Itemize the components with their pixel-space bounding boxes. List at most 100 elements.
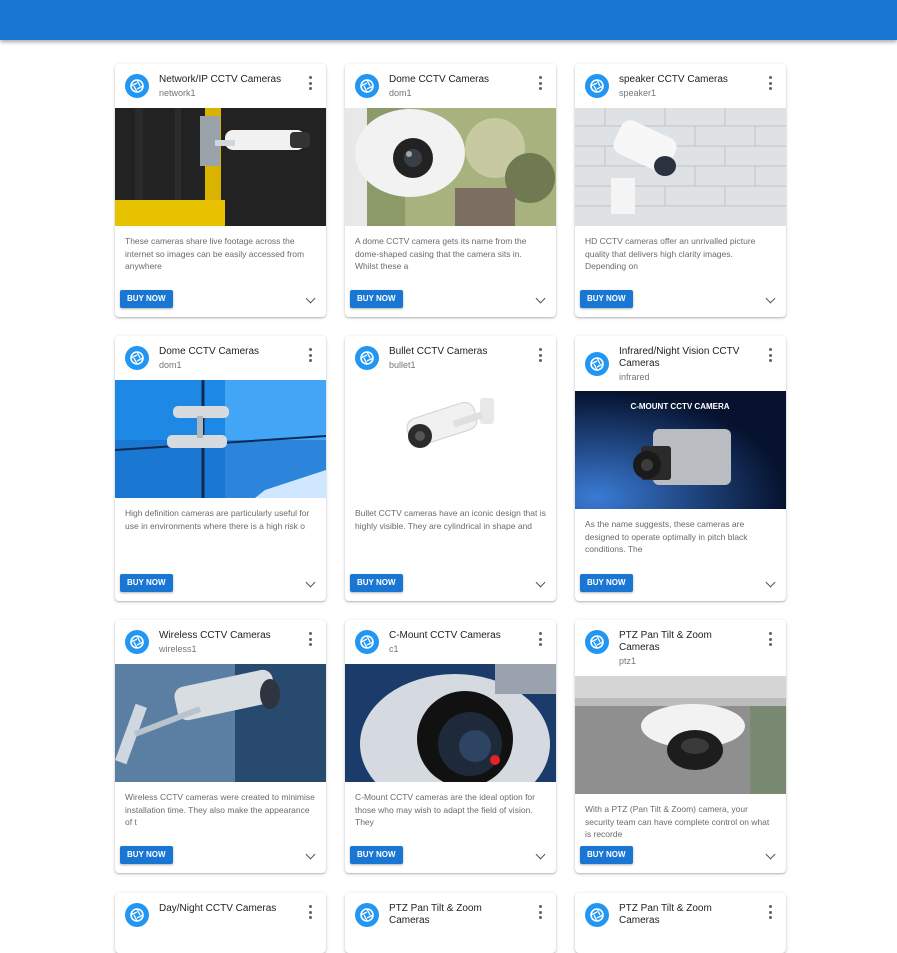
product-card: PTZ Pan Tilt & Zoom Cameras ptz1 With a … xyxy=(575,620,786,873)
buy-now-button[interactable]: BUY NOW xyxy=(120,846,173,864)
card-title: Wireless CCTV Cameras xyxy=(159,630,271,641)
product-card: Infrared/Night Vision CCTV Cameras infra… xyxy=(575,336,786,601)
more-vert-icon[interactable] xyxy=(764,348,776,362)
card-description: These cameras share live footage across … xyxy=(125,236,305,271)
card-image xyxy=(575,108,786,226)
card-subtitle: c1 xyxy=(389,644,399,654)
card-subtitle: ptz1 xyxy=(619,656,637,666)
card-header: Network/IP CCTV Cameras network1 xyxy=(115,64,326,99)
buy-now-button[interactable]: BUY NOW xyxy=(120,290,173,308)
card-description: Wireless CCTV cameras were created to mi… xyxy=(125,792,315,827)
product-card: Wireless CCTV Cameras wireless1 Wireless… xyxy=(115,620,326,873)
card-image xyxy=(115,380,326,498)
card-header: Infrared/Night Vision CCTV Cameras infra… xyxy=(575,336,786,383)
card-header: Bullet CCTV Cameras bullet1 xyxy=(345,336,556,371)
card-description: High definition cameras are particularly… xyxy=(125,508,310,531)
camera-shutter-icon xyxy=(585,352,609,376)
camera-shutter-icon xyxy=(585,630,609,654)
camera-shutter-icon xyxy=(355,630,379,654)
expand-icon[interactable] xyxy=(535,577,546,588)
card-subtitle: bullet1 xyxy=(389,360,416,370)
expand-icon[interactable] xyxy=(535,849,546,860)
card-header: Day/Night CCTV Cameras xyxy=(115,893,326,927)
expand-icon[interactable] xyxy=(535,293,546,304)
expand-icon[interactable] xyxy=(305,577,316,588)
card-description: HD CCTV cameras offer an unrivalled pict… xyxy=(585,236,756,271)
card-title: Bullet CCTV Cameras xyxy=(389,346,488,357)
card-header: Dome CCTV Cameras dom1 xyxy=(345,64,556,99)
camera-shutter-icon xyxy=(125,630,149,654)
buy-now-button[interactable]: BUY NOW xyxy=(580,290,633,308)
card-description: A dome CCTV camera gets its name from th… xyxy=(355,236,527,271)
card-title: PTZ Pan Tilt & Zoom Cameras xyxy=(619,630,712,653)
card-subtitle: speaker1 xyxy=(619,88,657,98)
card-description: Bullet CCTV cameras have an iconic desig… xyxy=(355,508,546,531)
card-description: As the name suggests, these cameras are … xyxy=(585,519,748,554)
camera-shutter-icon xyxy=(585,74,609,98)
more-vert-icon[interactable] xyxy=(304,348,316,362)
expand-icon[interactable] xyxy=(305,849,316,860)
card-title: Dome CCTV Cameras xyxy=(159,346,260,357)
card-header: Wireless CCTV Cameras wireless1 xyxy=(115,620,326,655)
buy-now-button[interactable]: BUY NOW xyxy=(120,574,173,592)
product-card: Network/IP CCTV Cameras network1 These c… xyxy=(115,64,326,317)
card-header: PTZ Pan Tilt & Zoom Cameras ptz1 xyxy=(575,620,786,667)
product-card: PTZ Pan Tilt & Zoom Cameras xyxy=(345,893,556,953)
buy-now-button[interactable]: BUY NOW xyxy=(350,290,403,308)
app-bar xyxy=(0,0,897,40)
card-title: Network/IP CCTV Cameras xyxy=(159,74,282,85)
camera-shutter-icon xyxy=(355,903,379,927)
card-image: C-MOUNT CCTV CAMERA xyxy=(575,391,786,509)
card-subtitle: network1 xyxy=(159,88,196,98)
product-card: Bullet CCTV Cameras bullet1 Bullet CCTV … xyxy=(345,336,556,601)
expand-icon[interactable] xyxy=(305,293,316,304)
card-image xyxy=(115,664,326,782)
camera-shutter-icon xyxy=(125,903,149,927)
buy-now-button[interactable]: BUY NOW xyxy=(580,846,633,864)
more-vert-icon[interactable] xyxy=(764,632,776,646)
camera-shutter-icon xyxy=(355,346,379,370)
more-vert-icon[interactable] xyxy=(304,632,316,646)
camera-shutter-icon xyxy=(585,903,609,927)
card-subtitle: dom1 xyxy=(159,360,182,370)
card-description: C-Mount CCTV cameras are the ideal optio… xyxy=(355,792,535,827)
card-title: C-Mount CCTV Cameras xyxy=(389,630,501,641)
card-header: Dome CCTV Cameras dom1 xyxy=(115,336,326,371)
camera-shutter-icon xyxy=(125,346,149,370)
product-card: Dome CCTV Cameras dom1 A dome CCTV camer… xyxy=(345,64,556,317)
card-title: Dome CCTV Cameras xyxy=(389,74,490,85)
card-title: PTZ Pan Tilt & Zoom Cameras xyxy=(619,903,712,926)
camera-shutter-icon xyxy=(355,74,379,98)
buy-now-button[interactable]: BUY NOW xyxy=(580,574,633,592)
card-header: PTZ Pan Tilt & Zoom Cameras xyxy=(345,893,556,927)
card-header: C-Mount CCTV Cameras c1 xyxy=(345,620,556,655)
expand-icon[interactable] xyxy=(765,293,776,304)
card-subtitle: wireless1 xyxy=(159,644,197,654)
product-card: speaker CCTV Cameras speaker1 HD CCTV ca… xyxy=(575,64,786,317)
more-vert-icon[interactable] xyxy=(304,905,316,919)
more-vert-icon[interactable] xyxy=(304,76,316,90)
card-image xyxy=(575,676,786,794)
product-card: Dome CCTV Cameras dom1 High definition c… xyxy=(115,336,326,601)
more-vert-icon[interactable] xyxy=(764,905,776,919)
card-title: Infrared/Night Vision CCTV Cameras xyxy=(619,346,740,369)
buy-now-button[interactable]: BUY NOW xyxy=(350,574,403,592)
more-vert-icon[interactable] xyxy=(534,632,546,646)
card-image xyxy=(345,664,556,782)
expand-icon[interactable] xyxy=(765,577,776,588)
buy-now-button[interactable]: BUY NOW xyxy=(350,846,403,864)
product-card: C-Mount CCTV Cameras c1 C-Mount CCTV cam… xyxy=(345,620,556,873)
product-card: Day/Night CCTV Cameras xyxy=(115,893,326,953)
card-header: speaker CCTV Cameras speaker1 xyxy=(575,64,786,99)
card-image xyxy=(345,380,556,498)
more-vert-icon[interactable] xyxy=(534,905,546,919)
card-title: Day/Night CCTV Cameras xyxy=(159,903,277,914)
card-subtitle: dom1 xyxy=(389,88,412,98)
more-vert-icon[interactable] xyxy=(534,76,546,90)
card-title: speaker CCTV Cameras xyxy=(619,74,728,85)
card-description: With a PTZ (Pan Tilt & Zoom) camera, you… xyxy=(585,804,770,839)
card-subtitle: infrared xyxy=(619,372,650,382)
expand-icon[interactable] xyxy=(765,849,776,860)
more-vert-icon[interactable] xyxy=(534,348,546,362)
more-vert-icon[interactable] xyxy=(764,76,776,90)
